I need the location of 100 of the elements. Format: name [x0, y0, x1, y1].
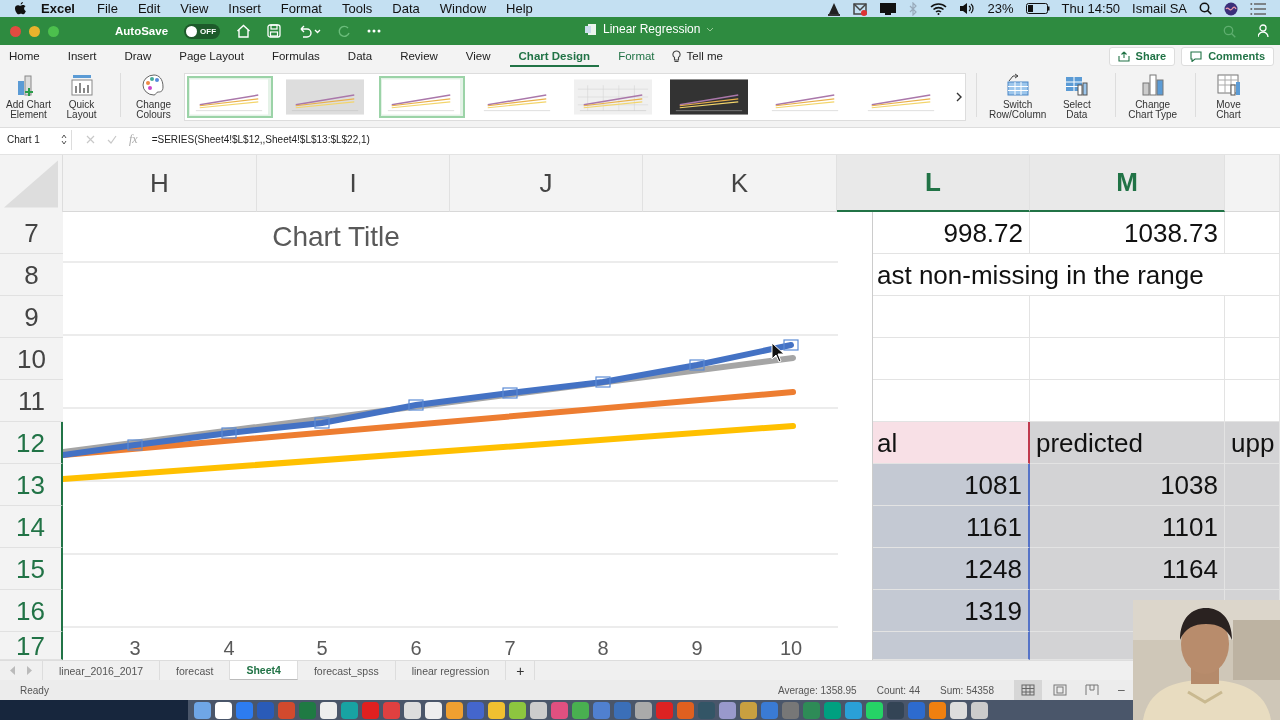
- column-header[interactable]: M: [1030, 155, 1225, 212]
- column-header[interactable]: J: [450, 155, 643, 212]
- ribbon-tab[interactable]: Format: [609, 45, 664, 67]
- user-name[interactable]: Ismail SA: [1132, 1, 1187, 16]
- app-icon[interactable]: [488, 701, 505, 719]
- app-icon[interactable]: [740, 701, 757, 719]
- column-header[interactable]: L: [837, 155, 1030, 212]
- chart-area[interactable]: Chart Title 3 4 5 6 7 8 9 10: [63, 212, 873, 660]
- cancel-icon[interactable]: [86, 135, 95, 144]
- row-header[interactable]: 12: [0, 422, 63, 464]
- row-header[interactable]: 9: [0, 296, 63, 338]
- minimize-icon[interactable]: [29, 25, 40, 37]
- tell-me-field[interactable]: Tell me: [686, 50, 723, 62]
- row-header[interactable]: 16: [0, 590, 63, 632]
- table-cell: 1164: [1030, 548, 1225, 590]
- ribbon-tab[interactable]: Data: [338, 45, 382, 67]
- row-header[interactable]: 13: [0, 464, 63, 506]
- app-icon[interactable]: [320, 701, 337, 719]
- close-icon[interactable]: [10, 25, 21, 37]
- row-header[interactable]: 15: [0, 548, 63, 590]
- lightbulb-icon[interactable]: [671, 49, 681, 63]
- ribbon-tab[interactable]: Formulas: [262, 45, 329, 67]
- comments-button[interactable]: Comments: [1181, 46, 1274, 66]
- app-icon[interactable]: [446, 701, 463, 719]
- app-icon[interactable]: [635, 701, 652, 719]
- menu-item[interactable]: Help: [496, 1, 543, 16]
- row-header[interactable]: 11: [0, 380, 63, 422]
- apple-logo-icon[interactable]: [14, 1, 27, 16]
- ribbon-button[interactable]: Select Data: [1054, 73, 1100, 120]
- people-icon[interactable]: [1258, 24, 1270, 38]
- share-button[interactable]: Share: [1108, 46, 1176, 66]
- ribbon-button[interactable]: Switch Row/Column: [987, 73, 1049, 120]
- ribbon-button[interactable]: Move Chart: [1206, 73, 1251, 120]
- app-icon[interactable]: [509, 701, 526, 719]
- volume-icon[interactable]: [958, 2, 976, 15]
- save-icon[interactable]: [267, 24, 282, 38]
- chart-style-thumbnail[interactable]: [379, 76, 466, 118]
- chevron-right-icon[interactable]: [955, 92, 964, 102]
- app-menu[interactable]: Excel: [27, 1, 87, 16]
- check-icon[interactable]: [107, 135, 117, 144]
- display-icon[interactable]: [878, 1, 897, 16]
- chart-title[interactable]: Chart Title: [272, 221, 400, 252]
- cone-icon[interactable]: [826, 1, 841, 16]
- ribbon-tab[interactable]: Insert: [58, 45, 106, 67]
- menu-item[interactable]: Data: [382, 1, 430, 16]
- app-icon[interactable]: [530, 701, 547, 719]
- name-box[interactable]: Chart 1: [0, 129, 72, 150]
- column-header[interactable]: K: [643, 155, 837, 212]
- clock[interactable]: Thu 14:50: [1061, 1, 1121, 16]
- wifi-icon[interactable]: [929, 2, 947, 15]
- zoom-out-button[interactable]: –: [1118, 683, 1125, 697]
- more-icon[interactable]: [367, 29, 382, 33]
- ribbon-tab[interactable]: View: [456, 45, 500, 67]
- app-icon[interactable]: [950, 701, 967, 719]
- shield-icon[interactable]: [852, 1, 867, 16]
- app-icon[interactable]: [404, 701, 421, 719]
- ribbon-tab[interactable]: Draw: [115, 45, 161, 67]
- column-header[interactable]: H: [63, 155, 257, 212]
- redo-icon[interactable]: [337, 24, 352, 38]
- menu-item[interactable]: Format: [270, 1, 332, 16]
- previous-sheet-icon[interactable]: [10, 666, 16, 675]
- menu-icon[interactable]: [1250, 2, 1266, 15]
- sheet-tab[interactable]: Sheet4: [230, 661, 298, 680]
- ribbon-button[interactable]: Change Colours: [131, 73, 177, 120]
- selection-handles[interactable]: [127, 339, 799, 451]
- menu-item[interactable]: Window: [429, 1, 497, 16]
- row-header[interactable]: 8: [0, 254, 63, 296]
- autosave-toggle[interactable]: OFF: [184, 23, 221, 39]
- autosave-label: AutoSave: [115, 25, 169, 37]
- menu-item[interactable]: File: [87, 1, 128, 16]
- ribbon-tab[interactable]: Page Layout: [170, 45, 253, 67]
- ribbon-tab[interactable]: Review: [391, 45, 447, 67]
- app-icon[interactable]: [425, 701, 442, 719]
- app-icon[interactable]: [971, 701, 988, 719]
- data-line[interactable]: [63, 423, 796, 482]
- row-header[interactable]: 10: [0, 338, 63, 380]
- row-header[interactable]: 17: [0, 632, 63, 660]
- row-header[interactable]: 14: [0, 506, 63, 548]
- menu-item[interactable]: View: [170, 1, 219, 16]
- ribbon-tab[interactable]: Home: [0, 45, 49, 67]
- ribbon-button[interactable]: Change Chart Type: [1126, 73, 1179, 120]
- caret-icon[interactable]: [706, 26, 715, 32]
- app-icon[interactable]: [866, 701, 883, 719]
- app-icon[interactable]: [215, 701, 232, 719]
- search-icon[interactable]: [1199, 2, 1212, 15]
- ribbon-button[interactable]: Quick Layout: [59, 73, 105, 120]
- menu-item[interactable]: Edit: [127, 1, 171, 16]
- row-header[interactable]: 7: [0, 212, 63, 254]
- home-icon[interactable]: [236, 24, 252, 38]
- formula-field[interactable]: =SERIES(Sheet4!$L$12,,Sheet4!$L$13:$L$22,1): [151, 134, 370, 145]
- zoom-icon[interactable]: [48, 25, 59, 37]
- next-sheet-icon[interactable]: [26, 666, 32, 675]
- chart-style-thumbnail[interactable]: [187, 76, 274, 118]
- ribbon-button[interactable]: Add Chart Element: [4, 73, 54, 120]
- column-header[interactable]: I: [257, 155, 450, 212]
- menu-item[interactable]: Insert: [218, 1, 271, 16]
- bluetooth-icon[interactable]: [908, 1, 918, 16]
- siri-icon[interactable]: [1224, 1, 1238, 16]
- view-button[interactable]: [1014, 680, 1042, 700]
- menu-item[interactable]: Tools: [332, 1, 383, 16]
